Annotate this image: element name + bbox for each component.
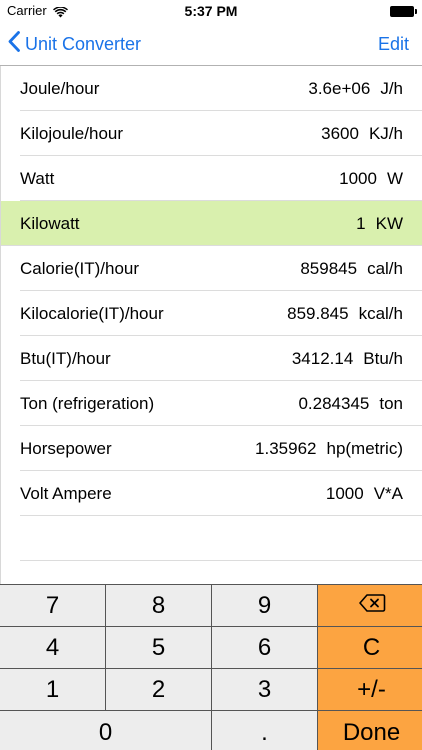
unit-symbol: V*A <box>373 483 403 503</box>
unit-value: 1000 <box>339 168 377 188</box>
unit-name: Watt <box>20 168 55 188</box>
unit-name: Volt Ampere <box>20 483 112 503</box>
key-1[interactable]: 1 <box>0 669 105 710</box>
clock: 5:37 PM <box>184 3 238 19</box>
sign-toggle-button[interactable]: +/- <box>318 669 422 710</box>
unit-row-ton-refrigeration[interactable]: Ton (refrigeration) 0.284345 ton <box>1 381 422 426</box>
unit-symbol: cal/h <box>367 258 403 278</box>
unit-row-kilojoule-hour[interactable]: Kilojoule/hour 3600 KJ/h <box>1 111 422 156</box>
unit-row-watt[interactable]: Watt 1000 W <box>1 156 422 201</box>
key-7[interactable]: 7 <box>0 585 105 626</box>
unit-name: Joule/hour <box>20 78 100 98</box>
navigation-bar: Unit Converter Edit <box>0 22 422 66</box>
unit-value: 3.6e+06 <box>308 78 371 98</box>
key-3[interactable]: 3 <box>212 669 317 710</box>
unit-symbol: W <box>386 168 403 188</box>
chevron-left-icon <box>8 31 25 57</box>
back-button[interactable]: Unit Converter <box>8 22 141 66</box>
status-bar: Carrier 5:37 PM <box>0 0 422 22</box>
decimal-point-key[interactable]: . <box>212 711 317 750</box>
key-8[interactable]: 8 <box>106 585 211 626</box>
key-0[interactable]: 0 <box>0 711 211 750</box>
unit-row-horsepower[interactable]: Horsepower 1.35962 hp(metric) <box>1 426 422 471</box>
clear-button[interactable]: C <box>318 627 422 668</box>
battery-icon <box>390 6 417 17</box>
unit-row-volt-ampere[interactable]: Volt Ampere 1000 V*A <box>1 471 422 516</box>
unit-row-btu-hour[interactable]: Btu(IT)/hour 3412.14 Btu/h <box>1 336 422 381</box>
unit-value: 859845 <box>300 258 358 278</box>
unit-row-kilocalorie-hour[interactable]: Kilocalorie(IT)/hour 859.845 kcal/h <box>1 291 422 336</box>
unit-symbol: KJ/h <box>368 123 403 143</box>
unit-value: 1.35962 <box>255 438 317 458</box>
unit-value: 1000 <box>325 483 364 503</box>
unit-symbol: Btu/h <box>363 348 403 368</box>
unit-value: 1 <box>356 213 366 233</box>
done-button[interactable]: Done <box>318 711 422 750</box>
unit-symbol: hp(metric) <box>326 438 403 458</box>
unit-value: 0.284345 <box>298 393 370 413</box>
key-5[interactable]: 5 <box>106 627 211 668</box>
unit-symbol: KW <box>375 213 403 233</box>
backspace-icon <box>358 592 386 620</box>
unit-list: Joule/hour 3.6e+06 J/h Kilojoule/hour 36… <box>0 66 422 584</box>
unit-row-kilowatt-selected[interactable]: Kilowatt 1 KW <box>1 201 422 246</box>
backspace-button[interactable] <box>318 585 422 626</box>
unit-value: 3412.14 <box>291 348 354 368</box>
unit-row-calorie-hour[interactable]: Calorie(IT)/hour 859845 cal/h <box>1 246 422 291</box>
key-9[interactable]: 9 <box>212 585 317 626</box>
unit-name: Ton (refrigeration) <box>20 393 155 413</box>
unit-value: 3600 <box>321 123 359 143</box>
unit-symbol: J/h <box>380 78 403 98</box>
unit-name: Kilocalorie(IT)/hour <box>20 303 164 323</box>
numeric-keypad: 7 8 9 4 5 6 C 1 2 3 +/- 0 . Done <box>0 584 422 750</box>
empty-row <box>1 516 422 561</box>
unit-symbol: ton <box>379 393 403 413</box>
unit-name: Kilojoule/hour <box>20 123 124 143</box>
edit-button[interactable]: Edit <box>378 22 409 66</box>
unit-value: 859.845 <box>287 303 349 323</box>
unit-symbol: kcal/h <box>358 303 403 323</box>
unit-name: Kilowatt <box>20 213 80 233</box>
unit-name: Calorie(IT)/hour <box>20 258 140 278</box>
key-6[interactable]: 6 <box>212 627 317 668</box>
key-2[interactable]: 2 <box>106 669 211 710</box>
unit-row-joule-hour[interactable]: Joule/hour 3.6e+06 J/h <box>1 66 422 111</box>
back-button-label: Unit Converter <box>25 33 142 54</box>
unit-name: Horsepower <box>20 438 112 458</box>
key-4[interactable]: 4 <box>0 627 105 668</box>
unit-name: Btu(IT)/hour <box>20 348 111 368</box>
